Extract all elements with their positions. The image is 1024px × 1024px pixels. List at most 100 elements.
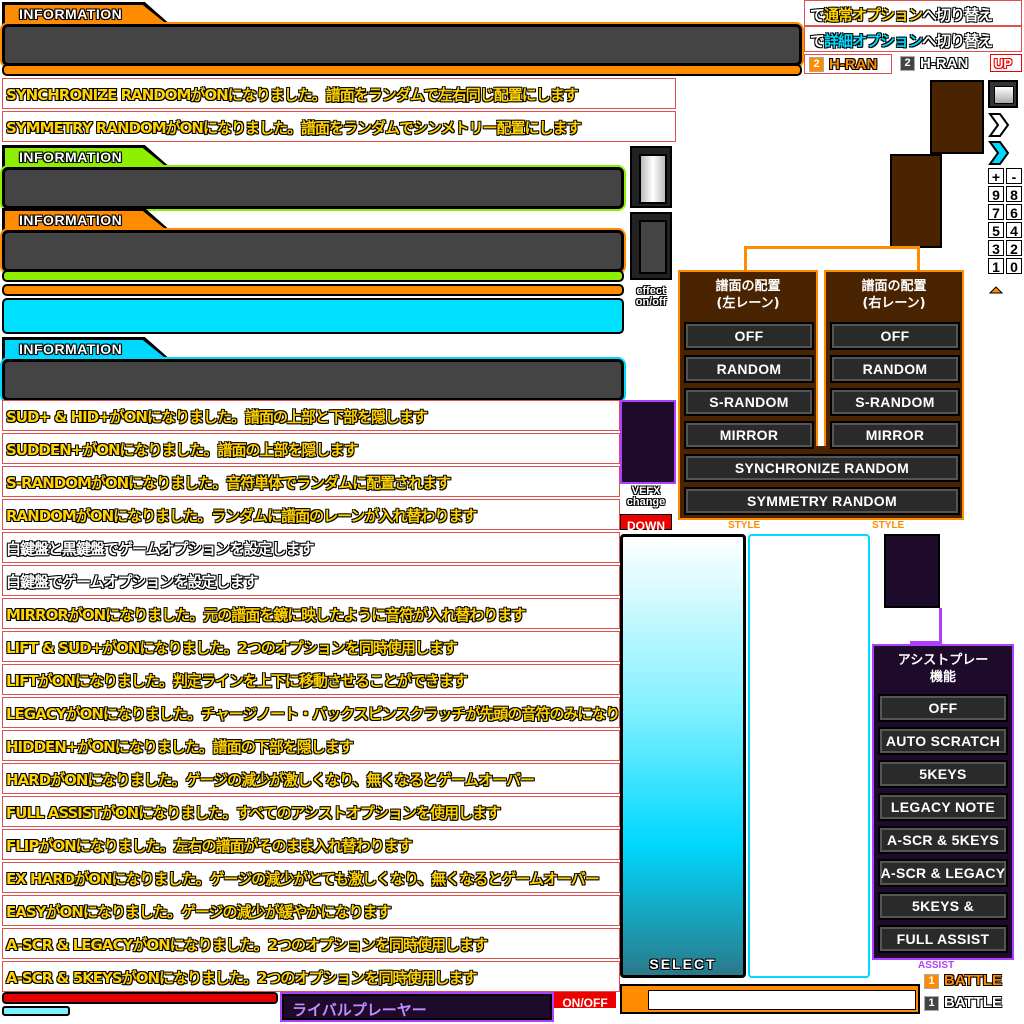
option-button-symmetry-random[interactable]: SYMMETRY RANDOM [684, 487, 960, 515]
orange-strip-2 [2, 284, 624, 296]
onoff-label: ON/OFF [562, 996, 608, 1010]
switch-detail-highlight: 詳細オプション [824, 32, 923, 50]
keypad-key[interactable]: 2 [1006, 240, 1022, 257]
hran-right-num: 2 [900, 56, 915, 71]
option-button-off[interactable]: OFF [684, 322, 814, 350]
chevron-right-cyan-icon[interactable] [988, 140, 1010, 166]
msg-text: LIFT & SUD+がONになりました。2つのオプションを同時使用します [6, 639, 458, 657]
square-button[interactable] [988, 80, 1018, 108]
option-button-s-random[interactable]: S-RANDOM [684, 388, 814, 416]
info-bar [2, 24, 802, 66]
battle-1[interactable]: 1 BATTLE [922, 972, 1022, 992]
hran-right[interactable]: 2 H-RAN [896, 54, 986, 74]
info-banner-orange-top: INFORMATION [2, 2, 802, 66]
keypad-key[interactable]: 8 [1006, 186, 1022, 203]
option-button-synchronize-random[interactable]: SYNCHRONIZE RANDOM [684, 454, 960, 482]
msg-row-synchronize: SYNCHRONIZE RANDOMがONになりました。譜面をランダムで左右同じ… [2, 78, 676, 109]
option-button-legacy-note[interactable]: LEGACY NOTE [878, 793, 1008, 821]
switch-normal-highlight: 通常オプション [824, 6, 923, 24]
option-button-mirror[interactable]: MIRROR [830, 421, 960, 449]
option-button-5keys-legacy[interactable]: 5KEYS & LEGACY [878, 892, 1008, 938]
msg-text: FLIPがONになりました。左右の譜面がそのまま入れ替わります [6, 837, 413, 855]
rival-player-bar[interactable]: ライバルプレーヤー [282, 994, 552, 1020]
input-box-frame[interactable] [620, 984, 920, 1014]
option-button-label: MIRROR [719, 427, 779, 443]
hran-left-label: H-RAN [829, 56, 878, 73]
keypad-key[interactable]: 4 [1006, 222, 1022, 239]
effect-label-2: on/off [635, 296, 667, 308]
info-tab-label: INFORMATION [19, 149, 123, 165]
option-button-off[interactable]: OFF [830, 322, 960, 350]
chevron-right-icon[interactable] [988, 112, 1010, 138]
keypad-key[interactable]: + [988, 168, 1004, 185]
option-button-random[interactable]: RANDOM [830, 355, 960, 383]
switch-detail-prefix: で [810, 32, 825, 50]
option-button-full-assist[interactable]: FULL ASSIST [878, 925, 1008, 953]
msg-text: SYMMETRY RANDOMがONになりました。譜面をランダムでシンメトリー配… [6, 119, 582, 137]
option-button-label: RANDOM [716, 361, 782, 377]
assist-connector-line [910, 608, 942, 644]
style-label-right: STYLE [872, 520, 905, 531]
lane-right-title-2: (右レーン) [862, 296, 926, 311]
msg-row: LEGACYがONになりました。チャージノート・バックスピンスクラッチが先頭の音… [2, 697, 648, 728]
option-button-label: RANDOM [862, 361, 928, 377]
msg-row: A-SCR & LEGACYがONになりました。2つのオプションを同時使用します [2, 928, 620, 959]
keypad-key[interactable]: 5 [988, 222, 1004, 239]
hran-left-num: 2 [809, 57, 824, 72]
info-tab-label: INFORMATION [19, 341, 123, 357]
switch-detail-row[interactable]: で詳細オプションへ切り替え [804, 26, 1022, 52]
msg-text: MIRRORがONになりました。元の譜面を鏡に映したように音符が入れ替わります [6, 606, 526, 624]
msg-text: SYNCHRONIZE RANDOMがONになりました。譜面をランダムで左右同じ… [6, 86, 579, 104]
vefx-panel[interactable] [620, 400, 676, 484]
keypad-key[interactable]: 1 [988, 258, 1004, 275]
cyan-small-bar [2, 1006, 70, 1016]
keypad-key[interactable]: 3 [988, 240, 1004, 257]
option-button-label: OFF [734, 328, 764, 344]
assist-footer: ASSIST [918, 960, 955, 971]
info-banner-cyan: INFORMATION [2, 337, 624, 401]
up-button[interactable]: UP [990, 54, 1022, 72]
option-button-5keys[interactable]: 5KEYS [878, 760, 1008, 788]
effect-toggle-on[interactable] [630, 146, 672, 208]
keypad-key[interactable]: - [1006, 168, 1022, 185]
select-label: SELECT [649, 956, 717, 972]
keypad-key[interactable]: 6 [1006, 204, 1022, 221]
battle-1-num: 1 [924, 974, 939, 989]
msg-row: MIRRORがONになりました。元の譜面を鏡に映したように音符が入れ替わります [2, 598, 620, 629]
msg-row: 白鍵盤と黒鍵盤でゲームオプションを設定します [2, 532, 620, 563]
msg-text: 白鍵盤でゲームオプションを設定します [6, 573, 259, 591]
info-tab-label: INFORMATION [19, 212, 123, 228]
keypad-key[interactable]: 7 [988, 204, 1004, 221]
option-button-label: OFF [880, 328, 910, 344]
down-button[interactable]: DOWN [620, 514, 672, 533]
option-button-s-random[interactable]: S-RANDOM [830, 388, 960, 416]
msg-text: LIFTがONになりました。判定ラインを上下に移動させることができます [6, 672, 468, 690]
battle-2[interactable]: 1 BATTLE [922, 994, 1022, 1014]
onoff-button[interactable]: ON/OFF [554, 992, 616, 1010]
battle-1-label: BATTLE [944, 972, 1003, 989]
option-button-a-scr-legacy[interactable]: A-SCR & LEGACY [878, 859, 1008, 887]
msg-row: FLIPがONになりました。左右の譜面がそのまま入れ替わります [2, 829, 620, 860]
lane-left-title-1: 譜面の配置 [715, 279, 781, 294]
option-button-off[interactable]: OFF [878, 694, 1008, 722]
select-lane[interactable] [620, 534, 746, 978]
option-button-random[interactable]: RANDOM [684, 355, 814, 383]
switch-normal-suffix: へ切り替え [922, 6, 993, 24]
hran-left[interactable]: 2 H-RAN [804, 54, 892, 74]
option-button-auto-scratch[interactable]: AUTO SCRATCH [878, 727, 1008, 755]
keypad-key[interactable]: 0 [1006, 258, 1022, 275]
option-button-a-scr-5keys[interactable]: A-SCR & 5KEYS [878, 826, 1008, 854]
red-bar [2, 992, 278, 1004]
info-banner-orange: INFORMATION [2, 208, 624, 272]
msg-text: SUD+ & HID+がONになりました。譜面の上部と下部を隠します [6, 408, 428, 426]
keypad-key[interactable]: 9 [988, 186, 1004, 203]
brown-connector-mid [890, 154, 942, 248]
keypad-arrow-icon[interactable] [988, 280, 1004, 294]
assist-connector-top [884, 534, 940, 608]
msg-text: 白鍵盤と黒鍵盤でゲームオプションを設定します [6, 540, 315, 558]
info-bar [2, 167, 624, 209]
switch-normal-row[interactable]: で通常オプションへ切り替え [804, 0, 1022, 26]
effect-toggle-off[interactable] [630, 212, 672, 280]
option-button-mirror[interactable]: MIRROR [684, 421, 814, 449]
msg-row: SUDDEN+がONになりました。譜面の上部を隠します [2, 433, 620, 464]
